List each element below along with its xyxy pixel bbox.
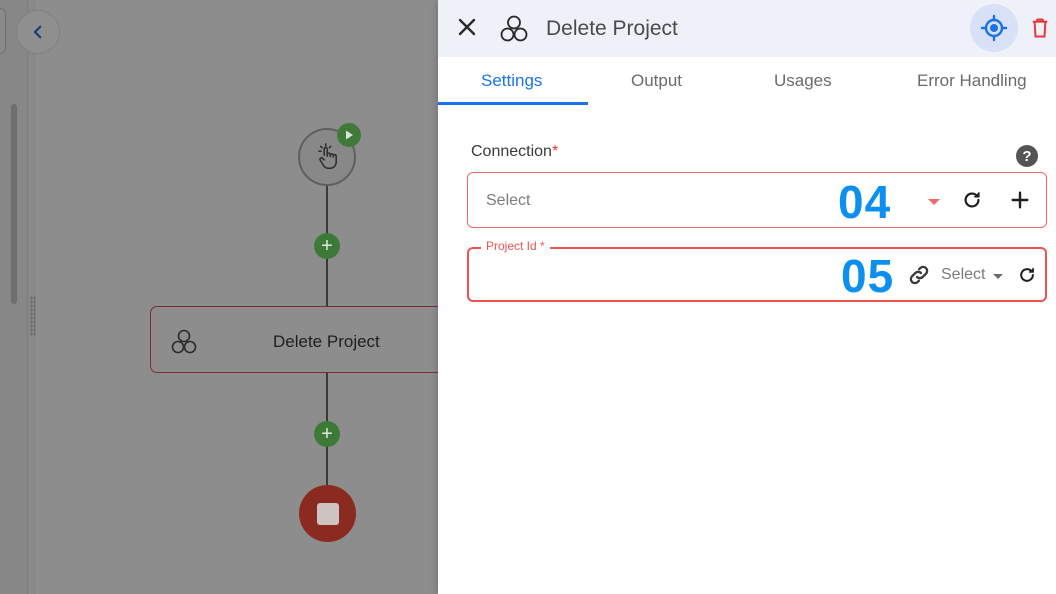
required-mark: * xyxy=(551,143,559,160)
add-step-button[interactable]: + xyxy=(314,233,340,259)
refresh-project-id-button[interactable] xyxy=(1014,262,1040,288)
refresh-icon xyxy=(1020,267,1034,282)
resize-grip-icon[interactable] xyxy=(30,296,36,336)
close-button[interactable] xyxy=(454,14,480,40)
step-number-badge: 04 xyxy=(838,176,892,228)
delete-button[interactable] xyxy=(1028,14,1052,42)
hand-pointer-icon xyxy=(318,143,337,169)
tab-usages[interactable]: Usages xyxy=(774,71,832,91)
step-node-delete-project[interactable]: Delete Project xyxy=(150,306,438,373)
canvas-scrollbar[interactable] xyxy=(11,104,17,304)
workflow-canvas: + + Delete Project xyxy=(0,0,438,594)
refresh-icon xyxy=(964,192,980,208)
plus-icon: + xyxy=(321,423,333,445)
connection-label: Connection* xyxy=(471,143,558,161)
step-number-badge: 05 xyxy=(841,250,895,302)
play-icon[interactable] xyxy=(337,123,361,147)
project-id-field[interactable]: Project Id * 05 Select xyxy=(467,239,1047,302)
stop-node[interactable] xyxy=(299,485,356,542)
help-symbol: ? xyxy=(1022,147,1032,165)
app-circles-icon xyxy=(171,329,197,354)
tab-settings[interactable]: Settings xyxy=(481,71,542,91)
tab-output[interactable]: Output xyxy=(631,71,682,91)
add-connection-button[interactable] xyxy=(1007,187,1033,213)
locate-button[interactable] xyxy=(970,4,1018,52)
chevron-down-icon[interactable] xyxy=(993,274,1003,279)
connection-select[interactable]: Select 04 xyxy=(467,172,1047,228)
close-icon xyxy=(458,18,476,36)
project-id-select[interactable]: Select xyxy=(941,266,985,284)
panel-title: Delete Project xyxy=(546,17,678,40)
collapse-button[interactable] xyxy=(16,10,60,54)
connection-select-placeholder: Select xyxy=(486,192,531,209)
app-circles-icon xyxy=(500,15,528,42)
chevron-down-icon[interactable] xyxy=(928,199,940,205)
link-button[interactable] xyxy=(906,262,932,288)
step-node-label: Delete Project xyxy=(273,332,380,351)
connection-label-text: Connection xyxy=(471,143,552,160)
help-icon[interactable]: ? xyxy=(1016,145,1038,167)
active-tab-indicator xyxy=(438,102,588,105)
stop-icon xyxy=(316,502,339,525)
refresh-connection-button[interactable] xyxy=(959,187,985,213)
trash-icon xyxy=(1032,18,1048,38)
add-step-button[interactable]: + xyxy=(314,421,340,447)
plus-icon: + xyxy=(321,235,333,257)
crosshair-icon xyxy=(980,14,1008,42)
chevron-left-icon xyxy=(33,25,42,39)
project-id-label: Project Id * xyxy=(481,239,550,253)
panel-header: Delete Project xyxy=(438,0,1056,57)
panel-tabs: Settings Output Usages Error Handling xyxy=(438,57,1056,105)
tab-error-handling[interactable]: Error Handling xyxy=(917,71,1027,91)
step-settings-panel: Delete Project Settings Output Usages Er… xyxy=(438,0,1056,594)
plus-icon xyxy=(1011,191,1029,209)
sidebar-edge-button[interactable] xyxy=(0,8,6,54)
link-icon xyxy=(909,265,929,285)
